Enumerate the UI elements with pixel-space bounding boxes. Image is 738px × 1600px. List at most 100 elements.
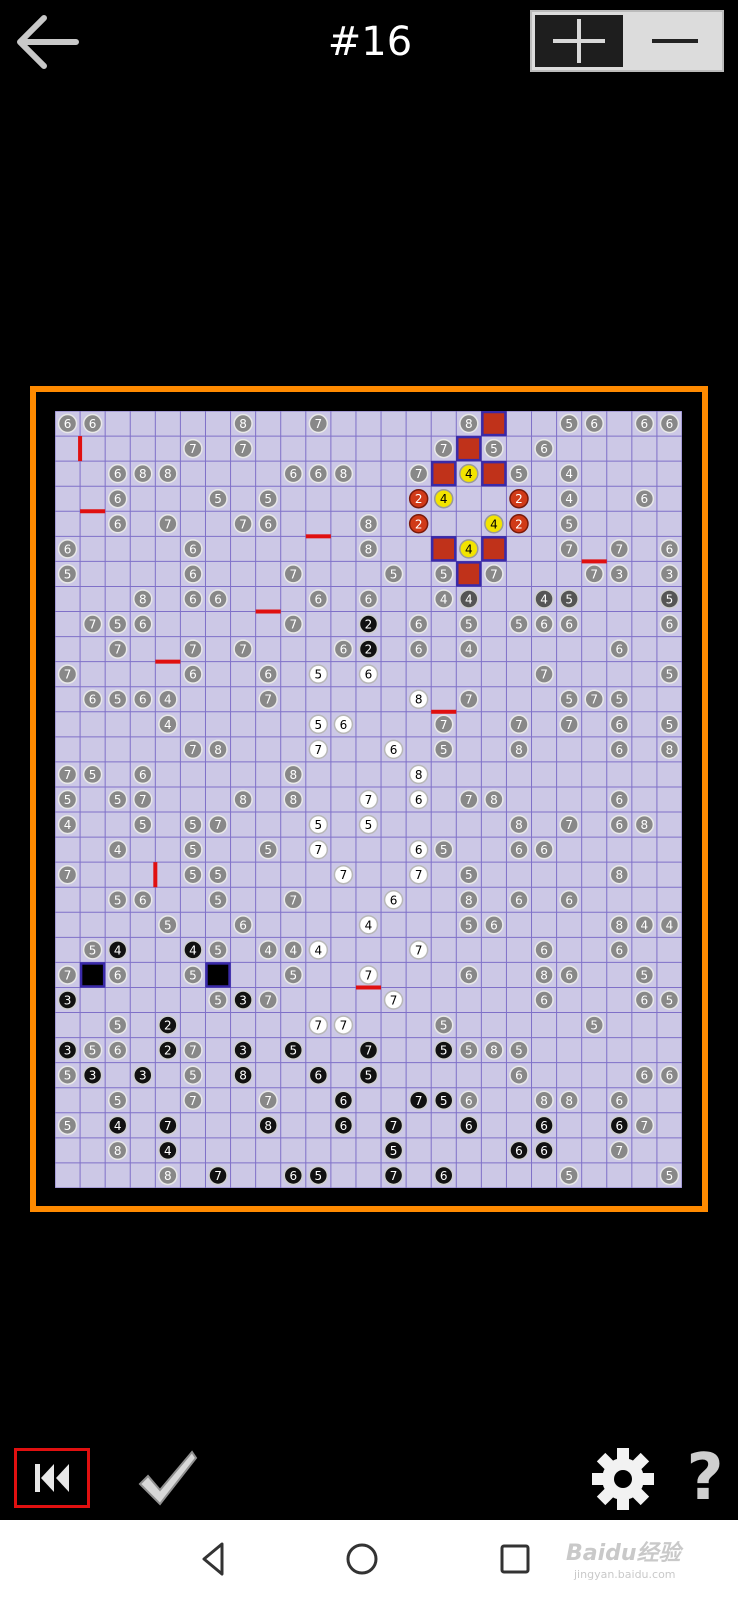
nav-recents-button[interactable] bbox=[490, 1534, 540, 1584]
clue-gray-label: 7 bbox=[164, 517, 172, 531]
clue-gray-label: 4 bbox=[289, 943, 297, 957]
clue-gray-label: 8 bbox=[139, 592, 147, 606]
clue-gray-label: 5 bbox=[189, 1069, 197, 1083]
rewind-icon bbox=[35, 1464, 69, 1492]
clue-gray-label: 5 bbox=[465, 1044, 473, 1058]
clue-gray-label: 5 bbox=[64, 793, 72, 807]
clue-gray-label: 5 bbox=[114, 1019, 122, 1033]
back-button[interactable] bbox=[12, 10, 84, 74]
clue-gray-label: 6 bbox=[114, 968, 122, 982]
clue-gray-label: 7 bbox=[189, 1044, 197, 1058]
clue-gray-label: 8 bbox=[239, 417, 247, 431]
clue-gray-label: 7 bbox=[64, 968, 72, 982]
clue-gray-label: 6 bbox=[415, 618, 423, 632]
clue-gray-label: 6 bbox=[615, 943, 623, 957]
clue-gray-label: 8 bbox=[114, 1144, 122, 1158]
puzzle-board[interactable]: 6 6 8 7 8 5 6 6 6 7 7 7 5 6 6 8 8 6 6 8 7 5 4 6 5 5 4 6 6 7 7 6 8 5 6 6 8 7 7 6… bbox=[55, 411, 682, 1188]
clue-black-label: 2 bbox=[365, 643, 373, 657]
wall-horizontal bbox=[80, 509, 106, 514]
clue-white-label: 5 bbox=[315, 668, 323, 682]
clue-black-label: 6 bbox=[340, 1119, 348, 1133]
filled-block-black[interactable] bbox=[205, 962, 231, 988]
clue-white-label: 7 bbox=[415, 943, 423, 957]
clue-gray-label: 5 bbox=[465, 868, 473, 882]
clue-gray-label: 8 bbox=[365, 517, 373, 531]
filled-block-red[interactable] bbox=[456, 561, 482, 587]
zoom-in-button[interactable] bbox=[535, 15, 623, 67]
clue-gray-label: 5 bbox=[114, 618, 122, 632]
clue-gray-label: 8 bbox=[490, 793, 498, 807]
clue-gray-label: 5 bbox=[666, 994, 674, 1008]
filled-block-red[interactable] bbox=[481, 460, 507, 487]
clue-black-label: 4 bbox=[164, 1144, 172, 1158]
clue-gray-label: 7 bbox=[440, 718, 448, 732]
help-button[interactable]: ? bbox=[680, 1442, 730, 1514]
zoom-out-button[interactable] bbox=[630, 15, 718, 67]
clue-gray-label: 5 bbox=[565, 517, 573, 531]
clue-gray-label: 6 bbox=[264, 517, 272, 531]
clue-gray-label: 6 bbox=[64, 542, 72, 556]
clue-white-label: 4 bbox=[365, 918, 373, 932]
clue-gray-label: 6 bbox=[540, 994, 548, 1008]
nav-back-button[interactable] bbox=[190, 1534, 240, 1584]
wall-horizontal bbox=[431, 709, 457, 714]
clue-gray-label: 6 bbox=[565, 893, 573, 907]
filled-block-red[interactable] bbox=[481, 411, 507, 437]
clue-yellow-label: 4 bbox=[490, 517, 498, 531]
clue-gray-label: 4 bbox=[164, 693, 172, 707]
clue-gray-label: 5 bbox=[666, 668, 674, 682]
clue-gray-label: 6 bbox=[214, 592, 222, 606]
clue-gray-label: 7 bbox=[239, 517, 247, 531]
top-bar: #16 bbox=[0, 0, 738, 90]
clue-gray-label: 7 bbox=[214, 818, 222, 832]
clue-gray-label: 6 bbox=[64, 417, 72, 431]
nav-home-button[interactable] bbox=[337, 1534, 387, 1584]
clue-gray-label: 8 bbox=[289, 793, 297, 807]
clue-gray-label: 5 bbox=[465, 618, 473, 632]
clue-black-label: 3 bbox=[239, 994, 247, 1008]
clue-gray-label: 5 bbox=[440, 567, 448, 581]
clue-gray-label: 7 bbox=[590, 693, 598, 707]
clue-dark-label: 4 bbox=[465, 592, 473, 606]
clue-gray-label: 7 bbox=[641, 1119, 649, 1133]
clue-gray-label: 7 bbox=[490, 567, 498, 581]
settings-button[interactable] bbox=[590, 1446, 656, 1512]
clue-gray-label: 5 bbox=[264, 492, 272, 506]
clue-gray-label: 5 bbox=[666, 1169, 674, 1183]
clue-gray-label: 6 bbox=[239, 918, 247, 932]
clue-black-label: 5 bbox=[289, 1044, 297, 1058]
clue-gray-label: 7 bbox=[540, 668, 548, 682]
filled-block-black[interactable] bbox=[79, 962, 106, 988]
clue-white-label: 8 bbox=[415, 693, 423, 707]
filled-block-red[interactable] bbox=[456, 435, 482, 462]
clue-gray-label: 6 bbox=[615, 1094, 623, 1108]
rewind-button[interactable] bbox=[14, 1448, 90, 1508]
clue-gray-label: 6 bbox=[515, 1069, 523, 1083]
filled-block-red[interactable] bbox=[481, 536, 507, 562]
clue-gray-label: 5 bbox=[164, 918, 172, 932]
check-solution-button[interactable] bbox=[136, 1446, 200, 1510]
clue-gray-label: 5 bbox=[64, 1119, 72, 1133]
clue-gray-label: 5 bbox=[89, 943, 97, 957]
clue-gray-label: 4 bbox=[641, 918, 649, 932]
clue-gray-label: 6 bbox=[289, 467, 297, 481]
clue-gray-label: 5 bbox=[565, 1169, 573, 1183]
clue-black-label: 7 bbox=[390, 1119, 398, 1133]
back-arrow-icon bbox=[17, 15, 79, 69]
clue-gray-label: 4 bbox=[114, 843, 122, 857]
filled-block-red[interactable] bbox=[430, 460, 457, 487]
clue-red-label: 2 bbox=[415, 517, 423, 531]
clue-gray-label: 6 bbox=[139, 693, 147, 707]
clue-gray-label: 6 bbox=[641, 1069, 649, 1083]
clue-gray-label: 7 bbox=[264, 994, 272, 1008]
clue-gray-label: 7 bbox=[615, 542, 623, 556]
clue-gray-label: 7 bbox=[64, 668, 72, 682]
clue-gray-label: 5 bbox=[490, 442, 498, 456]
wall-horizontal bbox=[581, 559, 607, 564]
clue-gray-label: 7 bbox=[189, 442, 197, 456]
filled-block-red[interactable] bbox=[430, 536, 457, 562]
clue-white-label: 6 bbox=[390, 893, 398, 907]
clue-white-label: 5 bbox=[365, 818, 373, 832]
clue-gray-label: 6 bbox=[465, 1094, 473, 1108]
clue-gray-label: 4 bbox=[164, 718, 172, 732]
